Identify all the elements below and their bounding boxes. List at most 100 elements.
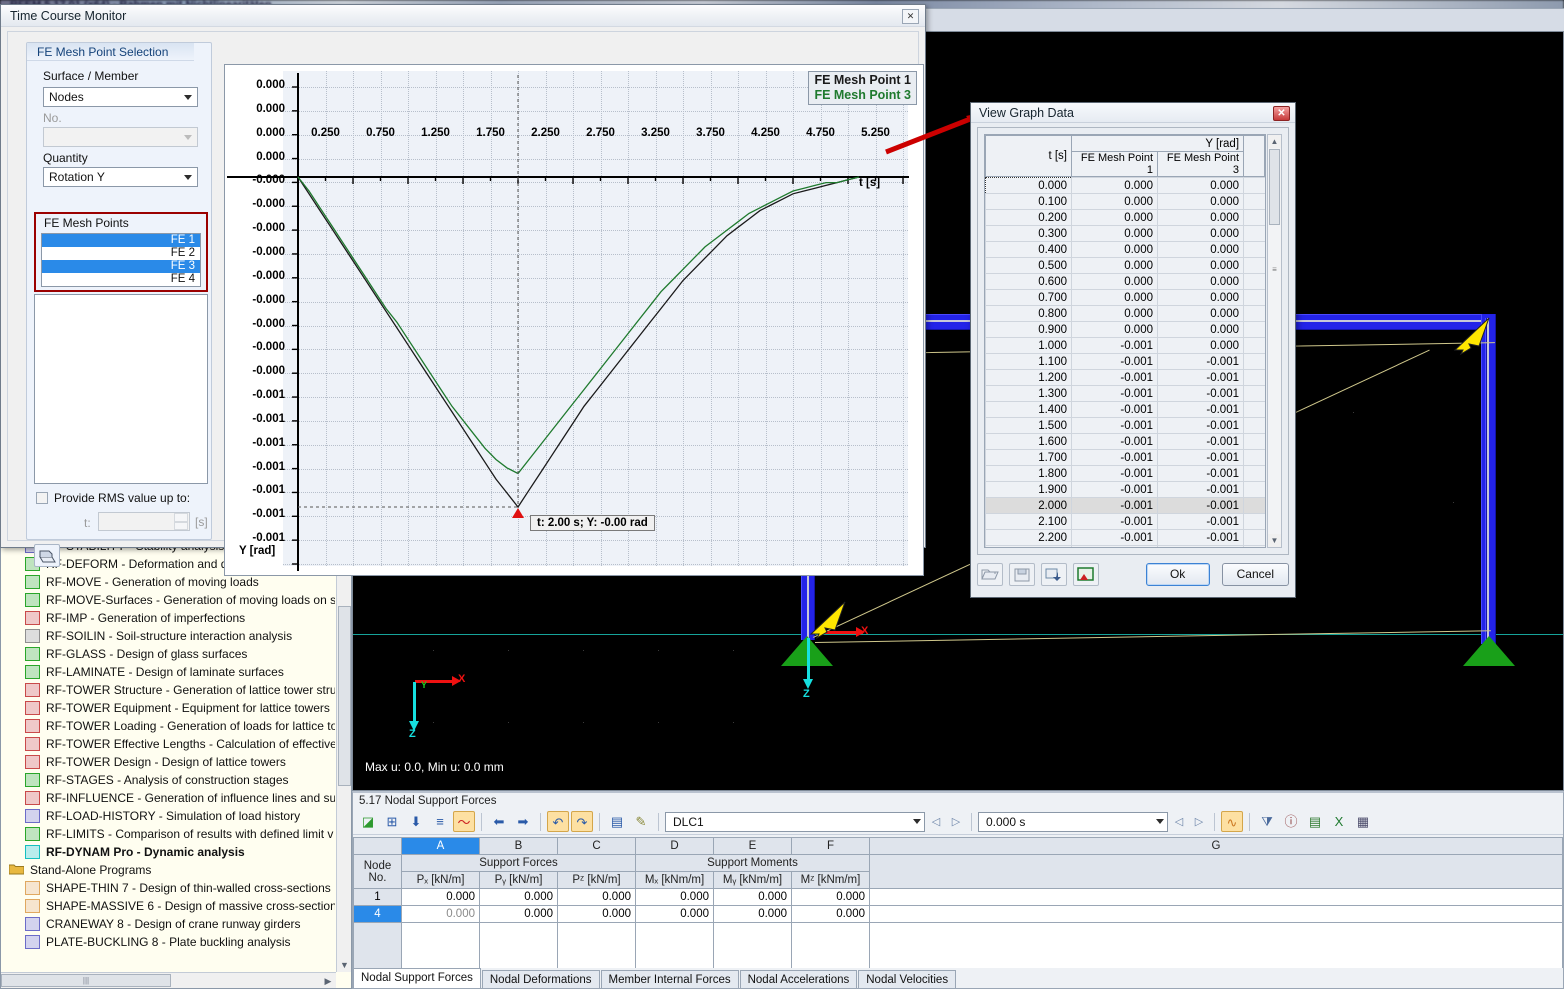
- report-icon[interactable]: ▤: [1304, 811, 1326, 832]
- program-tree-panel[interactable]: RF-STABILITY - Stability analysisRF-DEFO…: [0, 545, 352, 989]
- vgd-row[interactable]: 0.9000.0000.000: [986, 322, 1267, 338]
- vgd-cell-p3[interactable]: 0.000: [1158, 226, 1244, 242]
- vgd-row[interactable]: 0.3000.0000.000: [986, 226, 1267, 242]
- results-toolbar[interactable]: ◪ ⊞ ⬇ ≡ 〜 ⬅ ➡ ↶ ↷ ▤ ✎ DLC1 ◁: [353, 809, 1563, 835]
- chevron-down-icon-2[interactable]: [179, 169, 196, 185]
- time-course-chart[interactable]: 0.0000.0000.0000.000-0.000-0.000-0.000-0…: [224, 64, 924, 576]
- cell-r1-g[interactable]: [870, 889, 1563, 906]
- vgd-row[interactable]: 1.200-0.001-0.001: [986, 370, 1267, 386]
- prev-table-icon[interactable]: ⬅: [488, 811, 510, 832]
- time-course-monitor-dialog[interactable]: Time Course Monitor ✕ FE Mesh Point Sele…: [0, 4, 926, 548]
- graph-data-table[interactable]: t [s] Y [rad] FE Mesh Point 1 FE Mesh Po…: [985, 135, 1265, 177]
- tree-item-15[interactable]: RF-LOAD-HISTORY - Simulation of load his…: [1, 807, 335, 825]
- vgd-cell-t[interactable]: 0.600: [986, 274, 1072, 290]
- filter-funnel-icon[interactable]: ⧩: [1256, 811, 1278, 832]
- vgd-cell-t[interactable]: 0.200: [986, 210, 1072, 226]
- open-table-icon[interactable]: ◪: [357, 811, 379, 832]
- vgd-row[interactable]: 0.6000.0000.000: [986, 274, 1267, 290]
- vgd-cell-t[interactable]: 2.000: [986, 498, 1072, 514]
- vgd-footer[interactable]: Ok Cancel: [977, 557, 1289, 591]
- vgd-vertical-scrollbar[interactable]: ▲ ≡ ▼: [1267, 134, 1282, 548]
- insert-row-icon[interactable]: ⊞: [381, 811, 403, 832]
- vgd-cell-p3[interactable]: -0.001: [1158, 402, 1244, 418]
- vgd-cell-p1[interactable]: -0.001: [1072, 498, 1158, 514]
- cell-r1-my[interactable]: 0.000: [714, 889, 792, 906]
- vgd-cell-t[interactable]: 0.500: [986, 258, 1072, 274]
- vgd-row[interactable]: 0.8000.0000.000: [986, 306, 1267, 322]
- col-letter-D[interactable]: D: [636, 838, 714, 855]
- cell-r1-mx[interactable]: 0.000: [636, 889, 714, 906]
- col-letter-B[interactable]: B: [480, 838, 558, 855]
- vgd-cell-p1[interactable]: -0.001: [1072, 402, 1158, 418]
- tree-item-16[interactable]: RF-LIMITS - Comparison of results with d…: [1, 825, 335, 843]
- vgd-cell-t[interactable]: 0.700: [986, 290, 1072, 306]
- tree-item-7[interactable]: RF-LAMINATE - Design of laminate surface…: [1, 663, 335, 681]
- vgd-row[interactable]: 0.7000.0000.000: [986, 290, 1267, 306]
- vgd-cell-t[interactable]: 1.300: [986, 386, 1072, 402]
- vgd-cell-p3[interactable]: -0.001: [1158, 514, 1244, 530]
- tree-item-9[interactable]: RF-TOWER Equipment - Equipment for latti…: [1, 699, 335, 717]
- vgd-cell-p1[interactable]: 0.000: [1072, 210, 1158, 226]
- vgd-cell-t[interactable]: 0.900: [986, 322, 1072, 338]
- cell-r1-pz[interactable]: 0.000: [558, 889, 636, 906]
- vgd-cell-t[interactable]: 0.300: [986, 226, 1072, 242]
- fe-mesh-points-extra-list[interactable]: [34, 294, 208, 484]
- vgd-cell-p3[interactable]: 0.000: [1158, 258, 1244, 274]
- vgd-cell-p3[interactable]: -0.001: [1158, 498, 1244, 514]
- vgd-cell-p1[interactable]: 0.000: [1072, 178, 1158, 194]
- vgd-cell-t[interactable]: 1.900: [986, 482, 1072, 498]
- vgd-cell-p3[interactable]: 0.000: [1158, 322, 1244, 338]
- vgd-cell-p1[interactable]: 0.000: [1072, 322, 1158, 338]
- vgd-cell-t[interactable]: 1.600: [986, 434, 1072, 450]
- graph-data-rows[interactable]: 0.0000.0000.0000.1000.0000.0000.2000.000…: [985, 177, 1266, 548]
- vgd-cell-p3[interactable]: -0.001: [1158, 466, 1244, 482]
- vgd-cell-t[interactable]: 1.700: [986, 450, 1072, 466]
- tree-item-14[interactable]: RF-INFLUENCE - Generation of influence l…: [1, 789, 335, 807]
- tab-nodal-deformations[interactable]: Nodal Deformations: [482, 970, 600, 988]
- filter-icon[interactable]: ≡: [429, 811, 451, 832]
- quantity-dropdown[interactable]: Rotation Y: [43, 167, 198, 187]
- vgd-row[interactable]: 1.900-0.001-0.001: [986, 482, 1267, 498]
- cell-r4-py[interactable]: 0.000: [480, 906, 558, 923]
- ok-button[interactable]: Ok: [1146, 563, 1210, 586]
- cell-r1-px[interactable]: 0.000: [402, 889, 480, 906]
- vgd-cell-p1[interactable]: -0.001: [1072, 450, 1158, 466]
- vgd-row[interactable]: 1.500-0.001-0.001: [986, 418, 1267, 434]
- tree-item-11[interactable]: RF-TOWER Effective Lengths - Calculation…: [1, 735, 335, 753]
- tree-item-20[interactable]: SHAPE-MASSIVE 6 - Design of massive cros…: [1, 897, 335, 915]
- cell-r4-g[interactable]: [870, 906, 1563, 923]
- undo-icon[interactable]: ↶: [547, 811, 569, 832]
- vgd-export-icon[interactable]: [1041, 563, 1067, 586]
- fe-mesh-point-item-1[interactable]: FE 1: [42, 234, 200, 247]
- vgd-cell-p1[interactable]: -0.001: [1072, 418, 1158, 434]
- vgd-row[interactable]: 0.4000.0000.000: [986, 242, 1267, 258]
- vgd-cell-p3[interactable]: -0.001: [1158, 386, 1244, 402]
- time-diagram-icon[interactable]: ∿: [1221, 811, 1243, 832]
- view-graph-data-dialog[interactable]: View Graph Data ✕ t [s] Y [rad] FE Mesh …: [970, 102, 1296, 598]
- vgd-cell-p3[interactable]: 0.000: [1158, 194, 1244, 210]
- load-case-combo[interactable]: DLC1: [665, 812, 925, 832]
- tree-item-18[interactable]: Stand-Alone Programs: [1, 861, 335, 879]
- vgd-cell-p1[interactable]: -0.001: [1072, 546, 1158, 549]
- results-tab-strip[interactable]: Nodal Support Forces Nodal Deformations …: [353, 968, 1563, 988]
- cell-r4-pz[interactable]: 0.000: [558, 906, 636, 923]
- vgd-cell-p3[interactable]: -0.001: [1158, 450, 1244, 466]
- tree-horizontal-scrollbar[interactable]: ||| ▶: [1, 972, 336, 988]
- col-letter-C[interactable]: C: [558, 838, 636, 855]
- vgd-cell-p1[interactable]: -0.001: [1072, 354, 1158, 370]
- vgd-cell-p1[interactable]: 0.000: [1072, 226, 1158, 242]
- vgd-cell-t[interactable]: 2.300: [986, 546, 1072, 549]
- fe-mesh-point-item-4[interactable]: FE 4: [42, 273, 200, 286]
- tree-item-6[interactable]: RF-GLASS - Design of glass surfaces: [1, 645, 335, 663]
- vgd-cell-p1[interactable]: -0.001: [1072, 482, 1158, 498]
- cell-r1-mz[interactable]: 0.000: [792, 889, 870, 906]
- vgd-cell-p3[interactable]: 0.000: [1158, 290, 1244, 306]
- vgd-cell-p1[interactable]: 0.000: [1072, 194, 1158, 210]
- tree-item-4[interactable]: RF-IMP - Generation of imperfections: [1, 609, 335, 627]
- vgd-row[interactable]: 0.2000.0000.000: [986, 210, 1267, 226]
- redo-icon[interactable]: ↷: [571, 811, 593, 832]
- vgd-row[interactable]: 1.800-0.001-0.001: [986, 466, 1267, 482]
- load-case-prev-button[interactable]: ◁: [927, 812, 945, 832]
- close-icon[interactable]: ✕: [1273, 106, 1290, 121]
- col-letter-A[interactable]: A: [402, 838, 480, 855]
